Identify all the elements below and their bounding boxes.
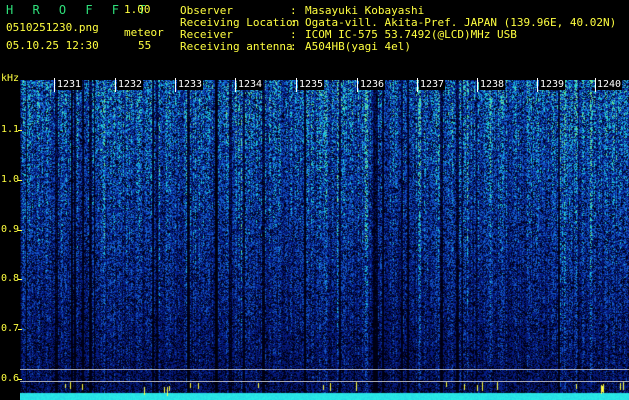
antenna-value: A504HB(yagi 4el) <box>305 40 411 53</box>
antenna-label: Receiving antenna <box>180 40 293 53</box>
y-tick-mark <box>18 180 22 181</box>
time-tick-1234: 1234 <box>237 79 264 90</box>
date-time: 05.10.25 12:30 <box>6 39 99 52</box>
time-tick-1232: 1232 <box>117 79 144 90</box>
time-tick-mark <box>417 78 418 92</box>
time-tick-mark <box>357 78 358 92</box>
time-tick-1238: 1238 <box>479 79 506 90</box>
y-tick-mark <box>18 379 22 380</box>
y-tick-1-0: 1.0 <box>1 174 20 185</box>
time-tick-1236: 1236 <box>359 79 386 90</box>
time-tick-mark <box>537 78 538 92</box>
app-version: 1.00 <box>124 3 151 16</box>
spectrogram-canvas <box>20 80 629 400</box>
meteor-count: 55 <box>138 39 152 52</box>
time-tick-mark <box>477 78 478 92</box>
time-tick-1240: 1240 <box>596 79 623 90</box>
y-tick-mark <box>18 130 22 131</box>
time-tick-mark <box>115 78 116 92</box>
antenna-colon: : <box>290 40 297 53</box>
reference-line-upper <box>20 369 629 370</box>
time-tick-1235: 1235 <box>298 79 325 90</box>
y-tick-1-1: 1.1 <box>1 124 20 135</box>
time-tick-mark <box>54 78 55 92</box>
time-tick-mark <box>175 78 176 92</box>
y-tick-0-7: 0.7 <box>1 323 20 334</box>
y-tick-mark <box>18 279 22 280</box>
y-tick-0-8: 0.8 <box>1 273 20 284</box>
time-tick-1237: 1237 <box>419 79 446 90</box>
time-tick-mark <box>296 78 297 92</box>
y-tick-mark <box>18 230 22 231</box>
time-tick-1233: 1233 <box>177 79 204 90</box>
time-tick-1231: 1231 <box>56 79 83 90</box>
time-tick-mark <box>235 78 236 92</box>
file-name: 0510251230.png <box>6 21 99 34</box>
meteor-label: meteor <box>124 26 164 39</box>
y-tick-mark <box>18 329 22 330</box>
y-tick-0-6: 0.6 <box>1 373 20 384</box>
reference-line-lower <box>20 381 629 382</box>
y-axis-unit: kHz <box>1 73 20 84</box>
y-tick-0-9: 0.9 <box>1 224 20 235</box>
time-tick-1239: 1239 <box>539 79 566 90</box>
hrofft-window: H R O F F T 1.00 0510251230.png meteor 0… <box>0 0 629 400</box>
